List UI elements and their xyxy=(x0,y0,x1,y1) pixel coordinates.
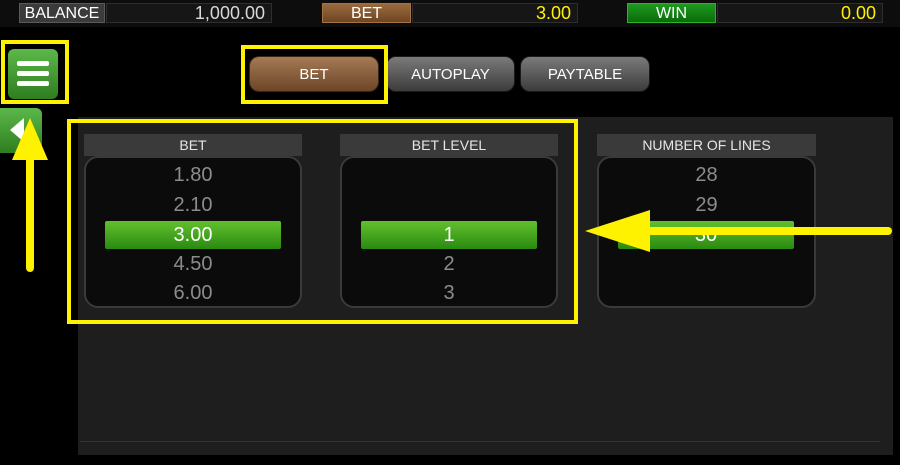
bet-label: BET xyxy=(322,3,411,23)
bet-level-selected-option[interactable]: 1 xyxy=(361,221,537,249)
bet-option[interactable]: 2.10 xyxy=(84,192,302,218)
bet-column-title: BET xyxy=(84,134,302,156)
bet-level-option[interactable]: 2 xyxy=(340,251,558,277)
balance-label: BALANCE xyxy=(19,3,105,23)
hamburger-menu-button[interactable] xyxy=(8,49,58,99)
bet-level-option[interactable]: 3 xyxy=(340,280,558,306)
bet-selected-option[interactable]: 3.00 xyxy=(105,221,281,249)
panel-divider xyxy=(80,441,880,442)
tab-paytable[interactable]: PAYTABLE xyxy=(520,56,650,92)
win-value: 0.00 xyxy=(840,3,876,23)
arrow-left-icon xyxy=(10,118,24,142)
tab-autoplay[interactable]: AUTOPLAY xyxy=(386,56,515,92)
lines-option[interactable]: 29 xyxy=(597,192,816,218)
tab-bet[interactable]: BET xyxy=(249,56,379,92)
lines-option[interactable]: 28 xyxy=(597,162,816,188)
bet-option[interactable]: 6.00 xyxy=(84,280,302,306)
bet-value: 3.00 xyxy=(535,3,571,23)
status-bar: BALANCE 1,000.00 BET 3.00 WIN 0.00 xyxy=(0,0,900,27)
lines-selected-option[interactable]: 30 xyxy=(618,221,794,249)
bet-option[interactable]: 4.50 xyxy=(84,251,302,277)
balance-value: 1,000.00 xyxy=(194,3,265,23)
back-button[interactable] xyxy=(0,108,42,153)
bet-option[interactable]: 1.80 xyxy=(84,162,302,188)
bet-level-column-title: BET LEVEL xyxy=(340,134,558,156)
win-label: WIN xyxy=(627,3,716,23)
lines-column-title: NUMBER OF LINES xyxy=(597,134,816,156)
